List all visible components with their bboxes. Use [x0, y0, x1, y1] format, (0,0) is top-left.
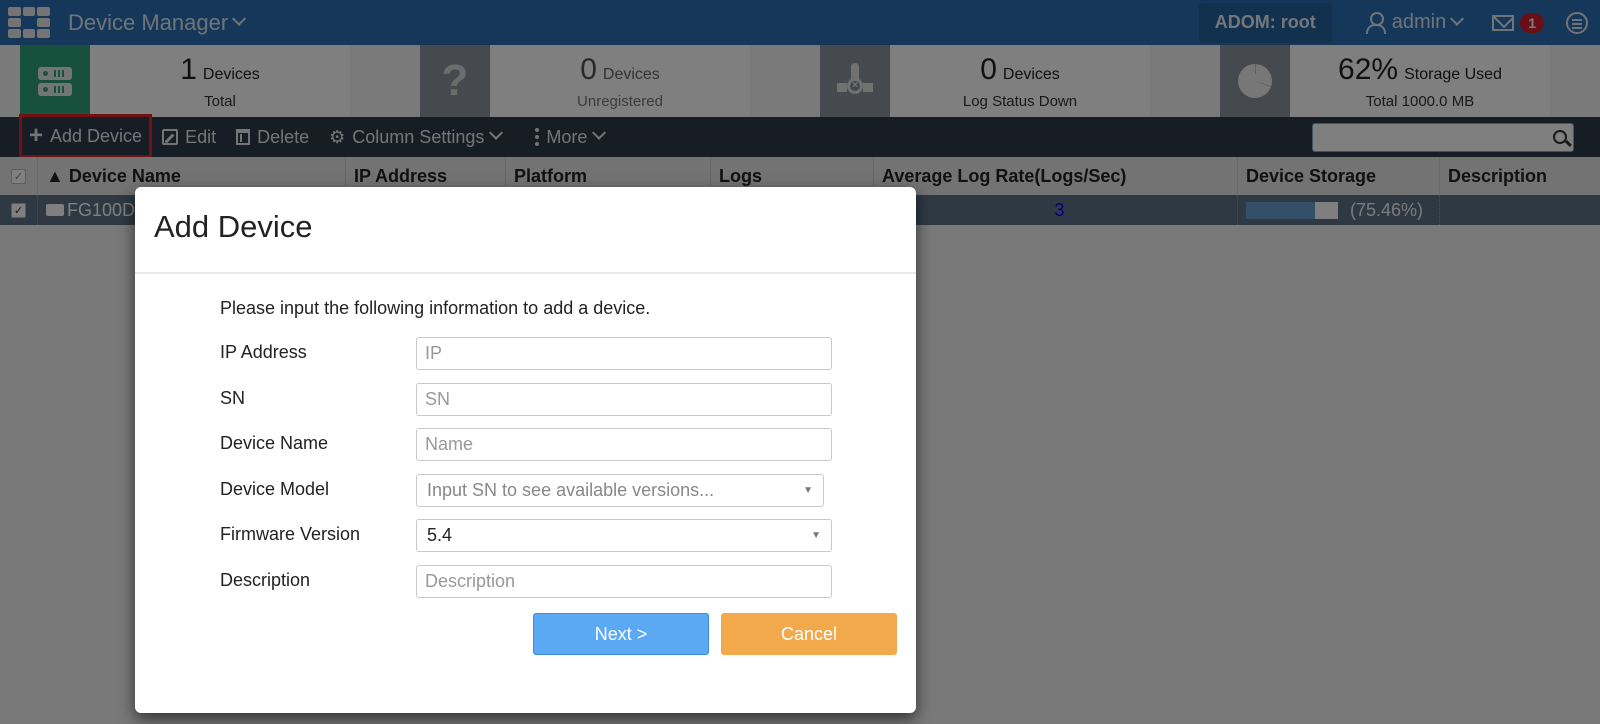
device-manager-app: Device Manager ADOM: root admin 1: [0, 0, 1600, 724]
firmware-version-label: Firmware Version: [220, 524, 361, 544]
sn-row: SN: [220, 382, 916, 429]
cancel-button[interactable]: Cancel: [721, 613, 897, 655]
device-model-label: Device Model: [220, 478, 330, 499]
ip-address-input[interactable]: [416, 337, 832, 370]
firmware-version-value: 5.4: [427, 525, 453, 545]
dialog-body: Please input the following information t…: [135, 274, 916, 610]
device-name-label: Device Name: [220, 433, 329, 453]
ip-address-row: IP Address: [220, 337, 916, 383]
caret-down-icon: ▼: [803, 484, 813, 496]
caret-down-icon: ▼: [811, 530, 821, 541]
add-device-dialog: Add Device Please input the following in…: [135, 187, 916, 713]
firmware-version-select[interactable]: 5.4 ▼: [416, 519, 832, 552]
device-name-input[interactable]: [416, 428, 832, 461]
description-input[interactable]: [416, 564, 832, 598]
dialog-footer: Next > Cancel: [135, 613, 916, 713]
description-label: Description: [220, 569, 311, 590]
description-row: Description: [220, 564, 916, 611]
device-model-placeholder: Input SN to see available versions...: [427, 479, 715, 500]
dialog-title: Add Device: [135, 187, 916, 274]
ip-address-label: IP Address: [220, 342, 307, 362]
dialog-intro: Please input the following information t…: [220, 298, 651, 318]
device-model-row: Device Model Input SN to see available v…: [220, 473, 916, 520]
sn-label: SN: [220, 387, 246, 408]
next-button[interactable]: Next >: [533, 613, 709, 655]
device-model-select[interactable]: Input SN to see available versions... ▼: [416, 473, 824, 507]
firmware-version-row: Firmware Version 5.4 ▼: [220, 519, 916, 565]
device-name-row: Device Name: [220, 428, 916, 474]
sn-input[interactable]: [416, 382, 832, 416]
